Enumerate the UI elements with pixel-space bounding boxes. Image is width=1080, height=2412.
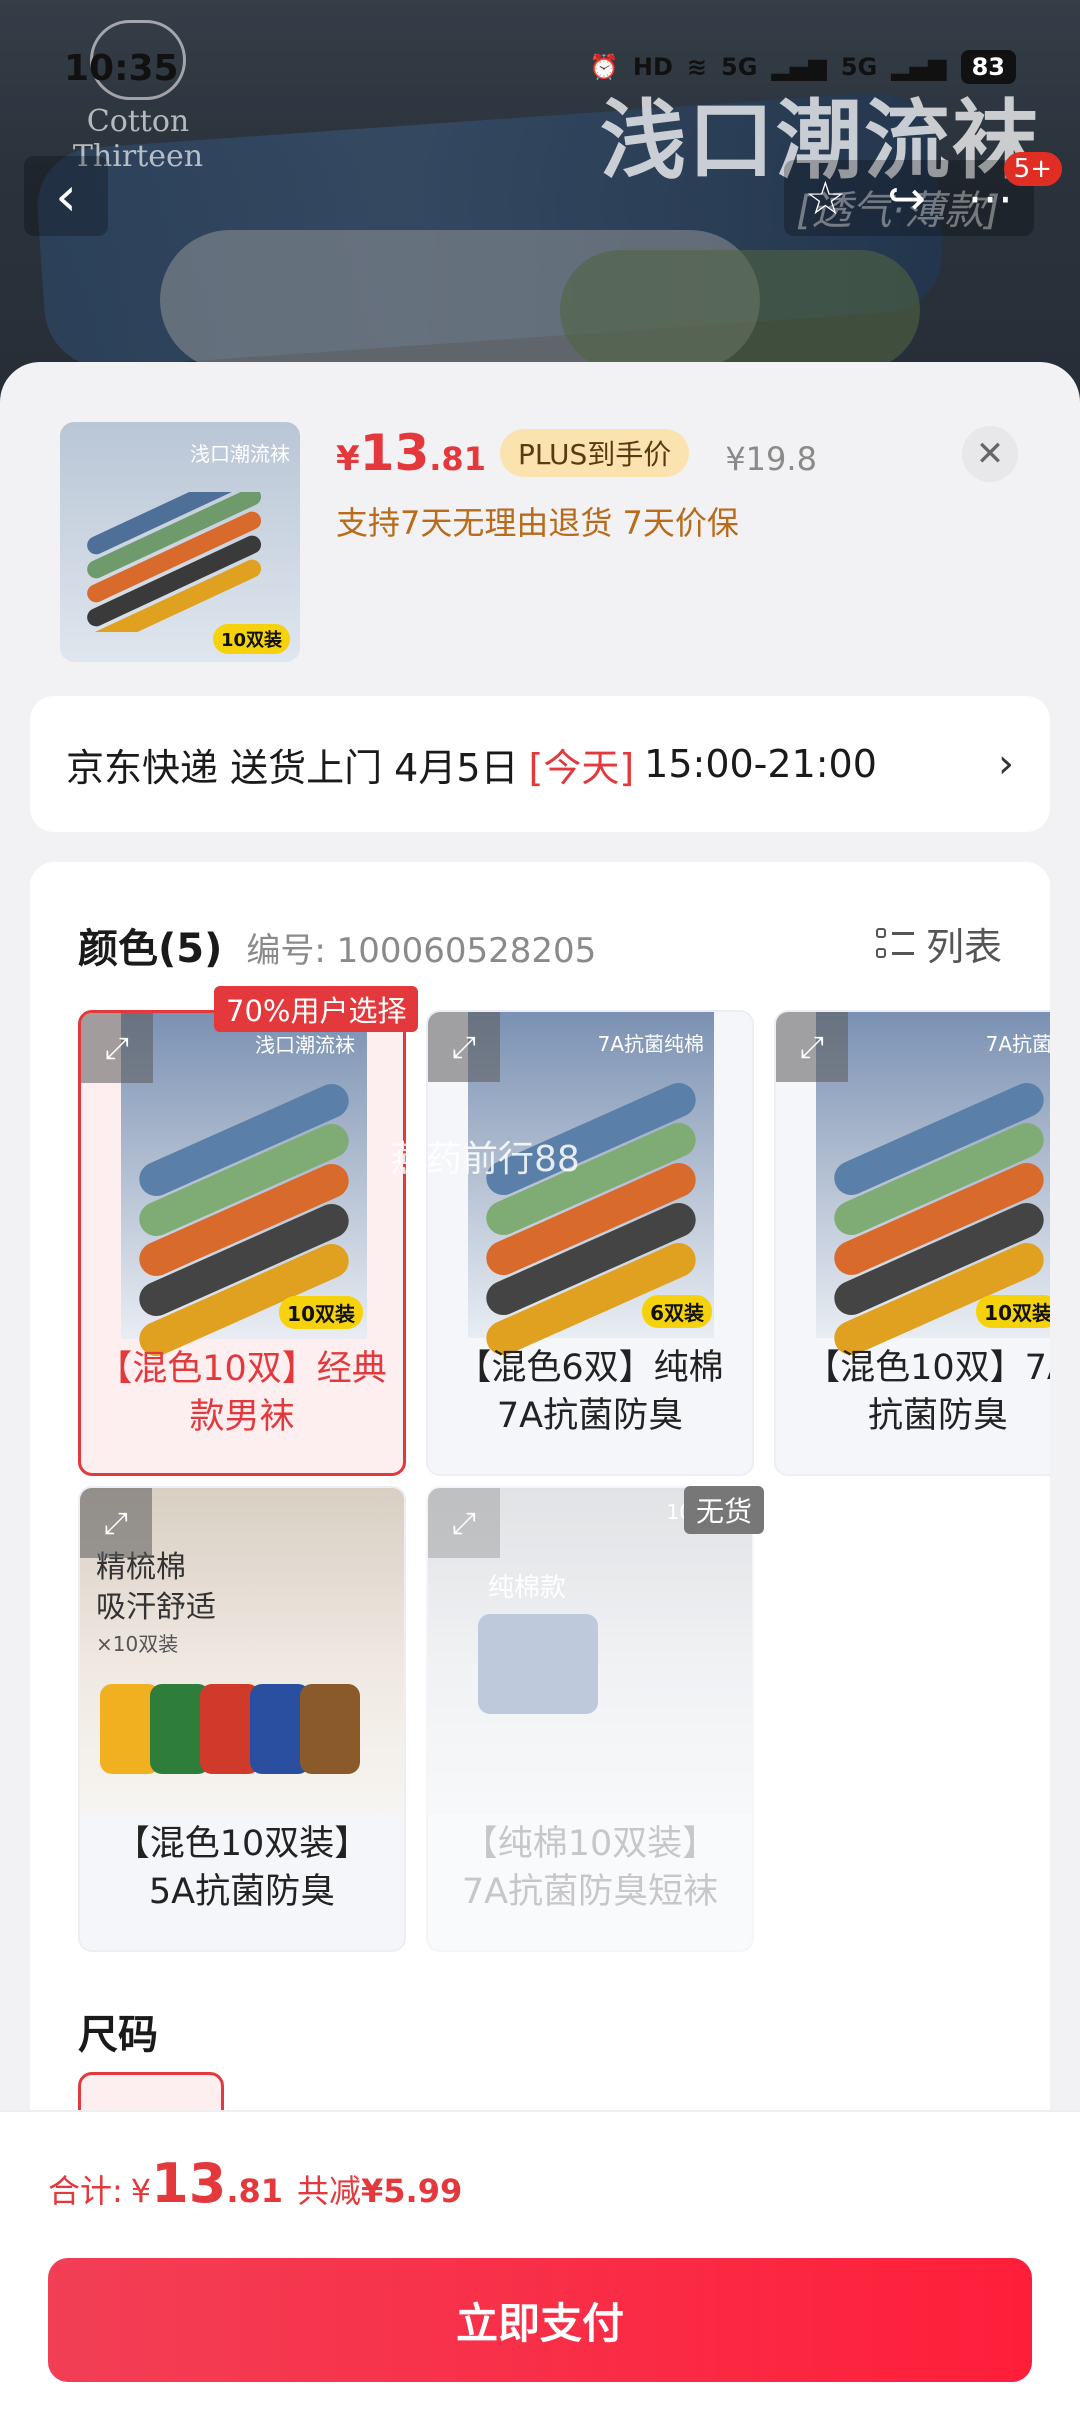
option-image-title: 7A抗菌纯棉 xyxy=(597,1032,704,1056)
color-option-2[interactable]: 7A抗菌纯棉 ⤢ 6双装 【混色6双】纯棉7A抗菌防臭 xyxy=(426,1010,754,1476)
status-bar: 10:35 ⏰ HD ≋ 5G ▂▄▆ 5G ▂▄▆ 83 xyxy=(0,44,1080,104)
original-price: ¥19.8 xyxy=(725,440,817,478)
option-count-badge: 6双装 xyxy=(642,1295,712,1328)
price-integer: 13 xyxy=(359,424,430,482)
checkout-footer: 合计: ¥13.81 共减¥5.99 立即支付 xyxy=(0,2110,1080,2412)
price-currency: ¥ xyxy=(336,439,360,479)
price-decimal: .81 xyxy=(429,440,486,478)
hd-icon: HD xyxy=(632,53,673,81)
watermark-text: 燕药前行88 xyxy=(390,1139,580,1180)
discount-text: 共减¥5.99 xyxy=(297,2166,462,2212)
color-title: 颜色(5) xyxy=(78,926,223,972)
price-line: ¥13.81 PLUS到手价 ¥19.8 xyxy=(336,424,817,483)
product-thumbnail[interactable]: 浅口潮流袜 10双装 xyxy=(60,422,300,662)
list-view-toggle[interactable]: 列表 xyxy=(875,916,1002,971)
expand-image-icon[interactable]: ⤢ xyxy=(776,1012,848,1082)
signal-icon: ▂▄▆ xyxy=(771,53,827,81)
total-line: 合计: ¥13.81 共减¥5.99 xyxy=(48,2152,462,2215)
option-image-title: 精梳棉 吸汗舒适 xyxy=(96,1550,216,1625)
status-icons: ⏰ HD ≋ 5G ▂▄▆ 5G ▂▄▆ 83 xyxy=(589,50,1016,84)
option-label: 【混色6双】纯棉7A抗菌防臭 xyxy=(456,1348,724,1436)
share-icon[interactable]: ↪ xyxy=(887,171,926,225)
list-icon xyxy=(875,926,914,962)
service-guarantee: 支持7天无理由退货 7天价保 xyxy=(336,504,739,542)
total-integer: 13 xyxy=(151,2152,227,2215)
plus-price-tag: PLUS到手价 xyxy=(499,429,690,477)
spec-selection-card: 颜色(5) 编号: 100060528205 列表 浅口潮流袜 ⤢ 10双装 【… xyxy=(30,862,1050,2162)
current-price: ¥13.81 xyxy=(336,424,486,482)
color-option-3[interactable]: 7A抗菌 ⤢ 10双装 【混色10双】7A抗菌防臭 xyxy=(774,1010,1050,1476)
option-image: 精梳棉 吸汗舒适 ×10双装 ⤢ xyxy=(80,1488,404,1814)
wifi-icon: ≋ xyxy=(686,53,708,81)
option-image-title: 浅口潮流袜 xyxy=(255,1033,355,1057)
option-label: 【混色10双装】5A抗菌防臭 xyxy=(114,1824,370,1912)
battery-icon: 83 xyxy=(960,50,1016,84)
message-badge: 5+ xyxy=(1003,152,1062,186)
popular-choice-badge: 70%用户选择 xyxy=(214,986,419,1032)
expand-image-icon[interactable]: ⤢ xyxy=(80,1488,152,1558)
chevron-right-icon: › xyxy=(998,741,1014,787)
discount-amount: ¥5.99 xyxy=(361,2172,463,2210)
favorite-star-icon[interactable]: ☆ xyxy=(805,171,846,225)
option-count-badge: ×10双装 xyxy=(96,1632,179,1656)
out-of-stock-badge: 无货 xyxy=(684,1486,765,1534)
delivery-today-tag: [今天] xyxy=(528,745,635,790)
total-label: 合计: xyxy=(48,2172,123,2210)
signal-icon-2: ▂▄▆ xyxy=(891,53,947,81)
option-label: 【混色10双】7A抗菌防臭 xyxy=(805,1348,1050,1436)
status-time: 10:35 xyxy=(64,48,179,89)
close-icon: ✕ xyxy=(975,434,1005,474)
total-currency: ¥ xyxy=(130,2172,152,2210)
delivery-text: 京东快递 送货上门 4月5日 xyxy=(66,745,519,790)
network-5g-label-2: 5G xyxy=(840,53,878,81)
nav-action-group: ☆ ↪ ⋯ xyxy=(784,160,1034,236)
list-view-label: 列表 xyxy=(925,925,1002,969)
sku-number: 编号: 100060528205 xyxy=(246,931,597,971)
color-option-1[interactable]: 浅口潮流袜 ⤢ 10双装 【混色10双】经典款男袜 xyxy=(78,1010,406,1476)
option-image-title: 7A抗菌 xyxy=(985,1032,1050,1056)
expand-image-icon[interactable]: ⤢ xyxy=(81,1013,153,1083)
option-image: 7A抗菌 ⤢ 10双装 xyxy=(776,1012,1050,1361)
discount-label: 共减 xyxy=(297,2172,362,2210)
size-title: 尺码 xyxy=(78,2012,158,2058)
total-decimal: .81 xyxy=(226,2172,283,2210)
option-count-badge: 10双装 xyxy=(976,1295,1050,1328)
option-label: 【纯棉10双装】7A抗菌防臭短袜 xyxy=(461,1824,719,1912)
chevron-left-icon: ‹ xyxy=(55,164,77,228)
option-count-badge: 10双装 xyxy=(279,1296,363,1329)
option-image: 浅口潮流袜 ⤢ 10双装 xyxy=(81,1013,403,1362)
option-label: 【混色10双】经典款男袜 xyxy=(97,1349,387,1437)
close-button[interactable]: ✕ xyxy=(962,426,1018,482)
option-image: 纯棉款 10双 ⤢ xyxy=(428,1488,752,1814)
delivery-time-window: 15:00-21:00 xyxy=(644,742,877,786)
delivery-info-row[interactable]: 京东快递 送货上门 4月5日 [今天] 15:00-21:00 › xyxy=(30,696,1050,832)
product-summary: 浅口潮流袜 10双装 ¥13.81 PLUS到手价 ¥19.8 支持7天无理由退… xyxy=(0,362,1080,692)
pay-now-button[interactable]: 立即支付 xyxy=(48,2258,1032,2382)
color-header: 颜色(5) 编号: 100060528205 xyxy=(78,916,1008,974)
sock-stripes-graphic xyxy=(87,492,262,632)
network-5g-label: 5G xyxy=(721,53,758,81)
color-option-4[interactable]: 精梳棉 吸汗舒适 ×10双装 ⤢ 【混色10双装】5A抗菌防臭 xyxy=(78,1486,406,1952)
thumbnail-title: 浅口潮流袜 xyxy=(190,442,290,466)
expand-image-icon[interactable]: ⤢ xyxy=(428,1488,500,1558)
thumbnail-count-badge: 10双装 xyxy=(212,624,290,654)
back-button[interactable]: ‹ xyxy=(24,156,108,236)
color-option-5[interactable]: 纯棉款 10双 ⤢ 【纯棉10双装】7A抗菌防臭短袜 xyxy=(426,1486,754,1952)
expand-image-icon[interactable]: ⤢ xyxy=(428,1012,500,1082)
option-image-title: 纯棉款 xyxy=(488,1573,567,1603)
sku-selection-sheet: 浅口潮流袜 10双装 ¥13.81 PLUS到手价 ¥19.8 支持7天无理由退… xyxy=(0,362,1080,2412)
alarm-icon: ⏰ xyxy=(589,53,619,81)
